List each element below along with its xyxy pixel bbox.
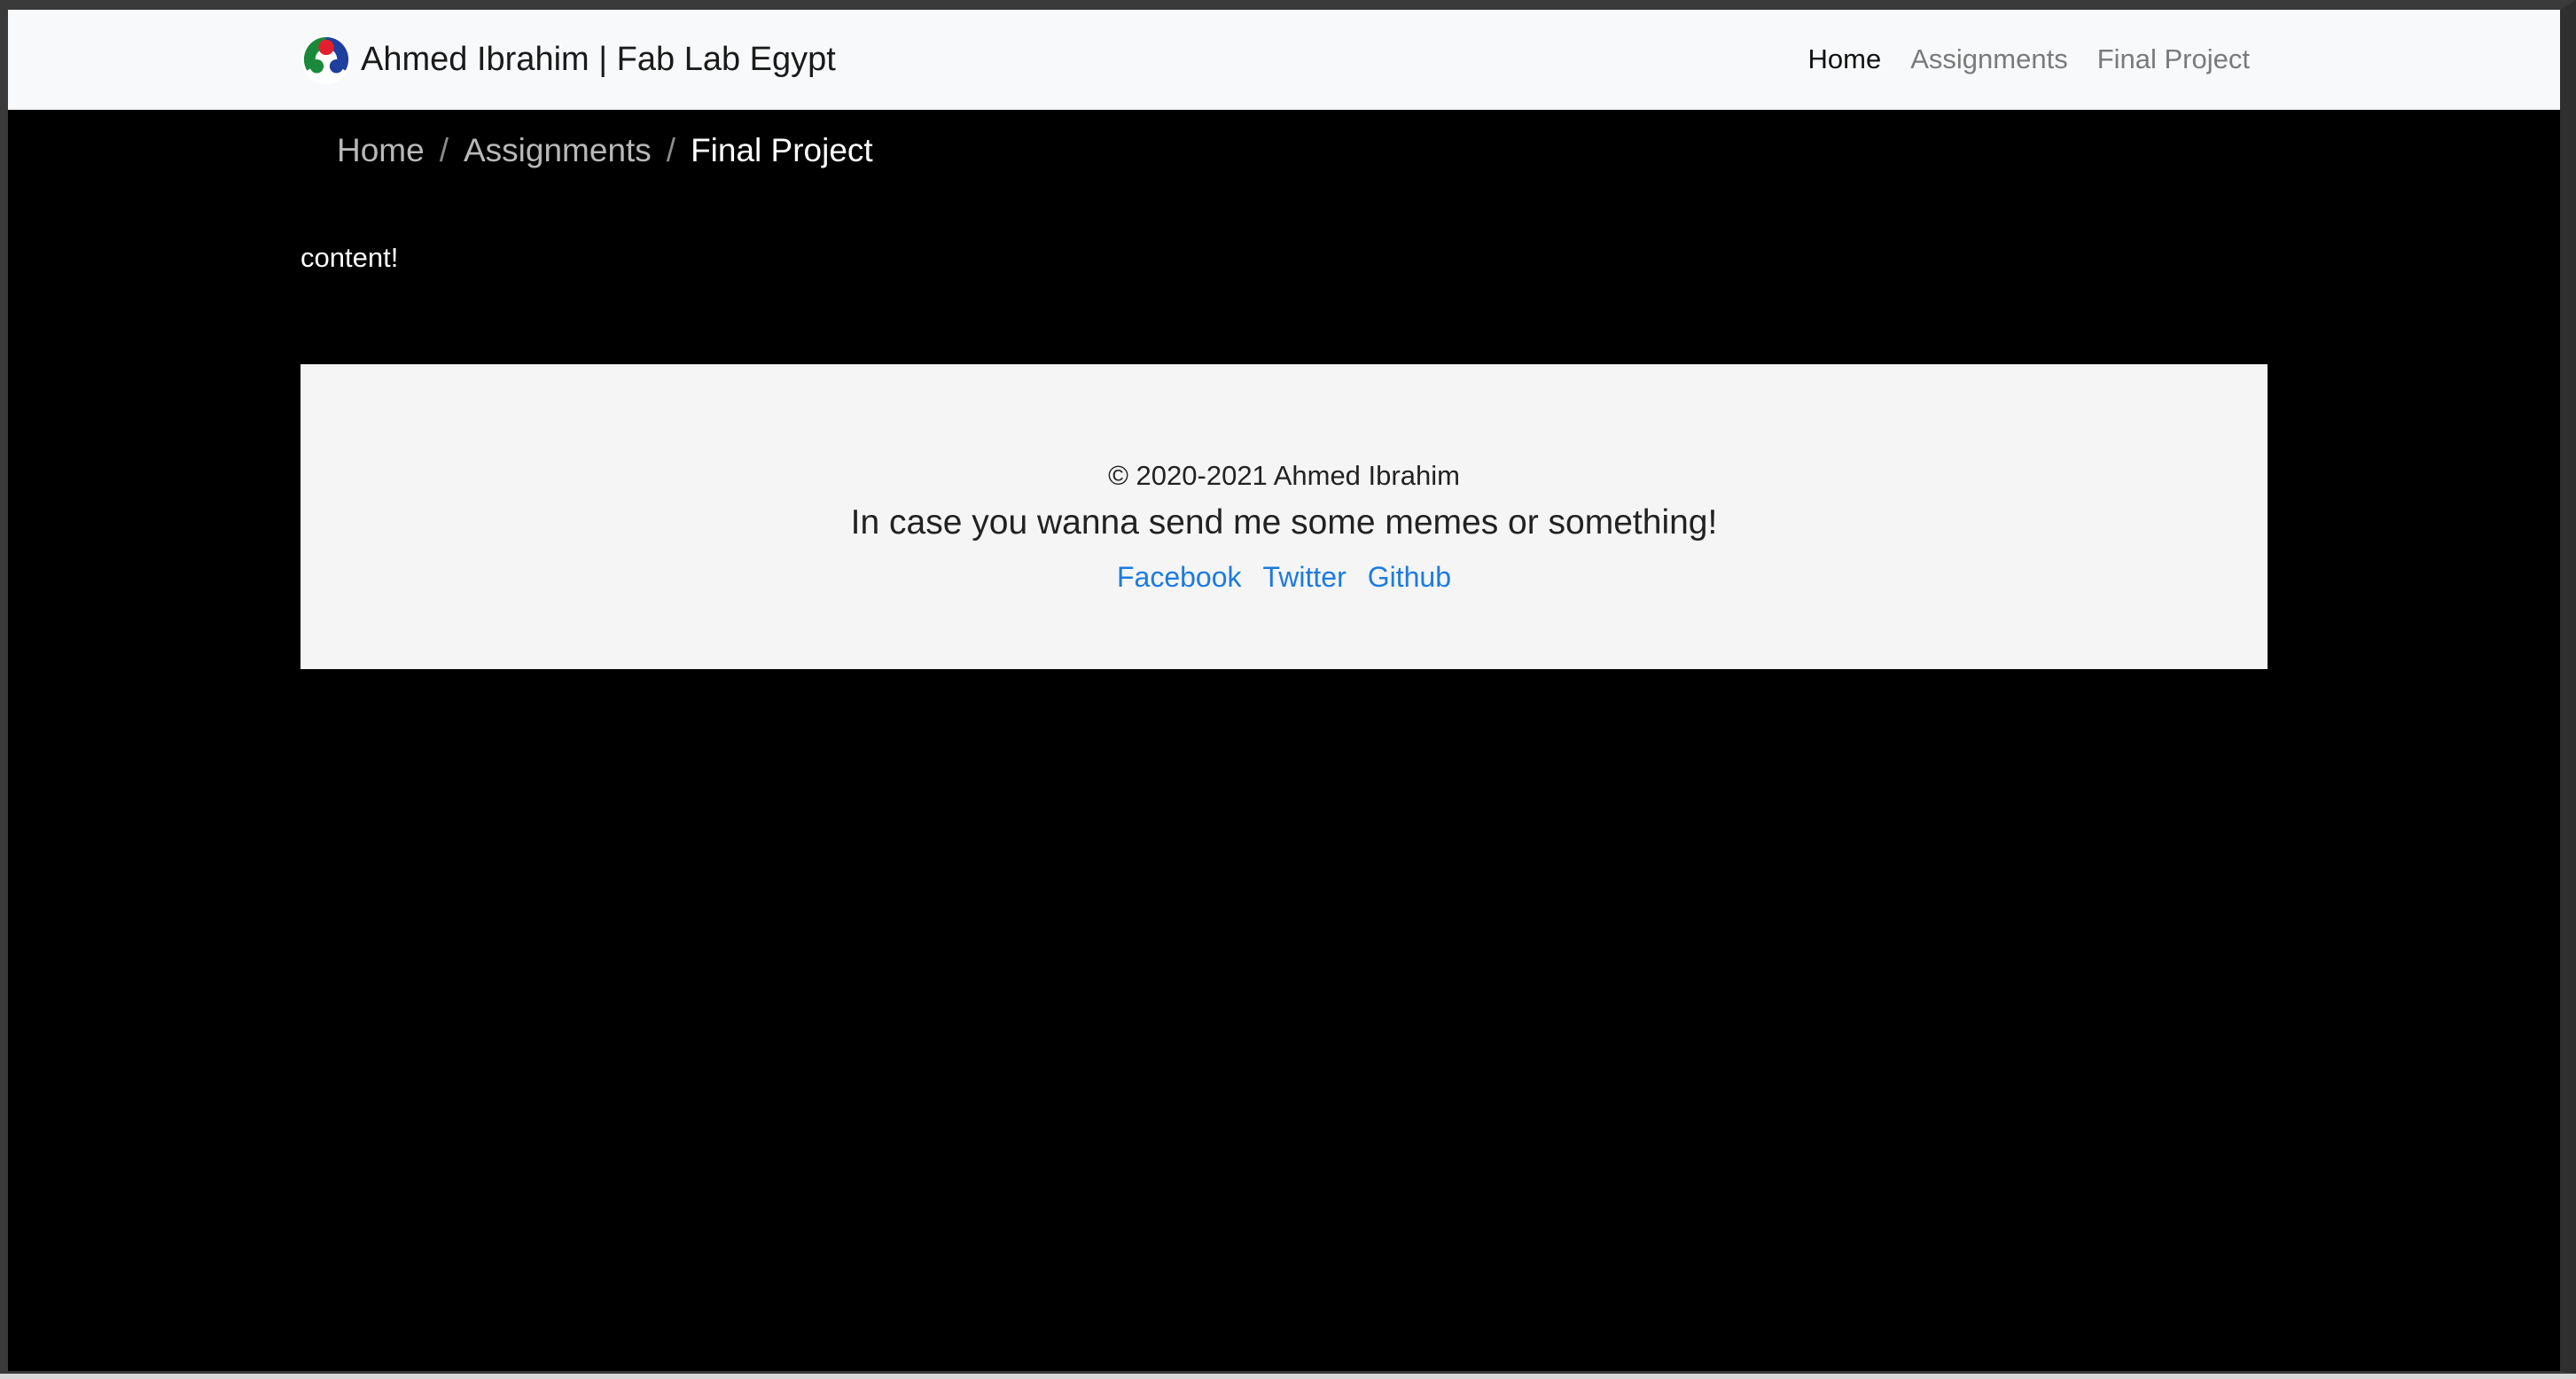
github-link[interactable]: Github [1368, 561, 1451, 594]
footer-social-links: Facebook Twitter Github [301, 561, 2268, 594]
nav-home-link[interactable]: Home [1808, 43, 1882, 75]
nav-final-project-link[interactable]: Final Project [2097, 43, 2250, 75]
browser-window: Ahmed Ibrahim | Fab Lab Egypt Home Assig… [0, 0, 2576, 1374]
navbar: Ahmed Ibrahim | Fab Lab Egypt Home Assig… [8, 10, 2560, 110]
footer-tagline: In case you wanna send me some memes or … [850, 503, 1718, 541]
page-content: content! [301, 242, 399, 273]
twitter-link[interactable]: Twitter [1263, 561, 1347, 594]
brand-title: Ahmed Ibrahim | Fab Lab Egypt [361, 40, 836, 78]
brand-link[interactable]: Ahmed Ibrahim | Fab Lab Egypt [301, 33, 836, 86]
breadcrumb-home[interactable]: Home [337, 132, 425, 169]
footer: © 2020-2021 Ahmed Ibrahim In case you wa… [301, 364, 2268, 669]
breadcrumb: Home / Assignments / Final Project [337, 132, 873, 169]
nav-assignments-link[interactable]: Assignments [1910, 43, 2067, 75]
footer-copyright: © 2020-2021 Ahmed Ibrahim [1108, 460, 1460, 491]
nav-links: Home Assignments Final Project [1808, 10, 2250, 109]
breadcrumb-current: Final Project [691, 132, 873, 168]
breadcrumb-separator: / [439, 132, 449, 168]
breadcrumb-separator: / [666, 132, 676, 168]
breadcrumb-assignments[interactable]: Assignments [464, 132, 652, 169]
facebook-link[interactable]: Facebook [1117, 561, 1242, 594]
fab-lab-logo-icon [301, 34, 352, 85]
